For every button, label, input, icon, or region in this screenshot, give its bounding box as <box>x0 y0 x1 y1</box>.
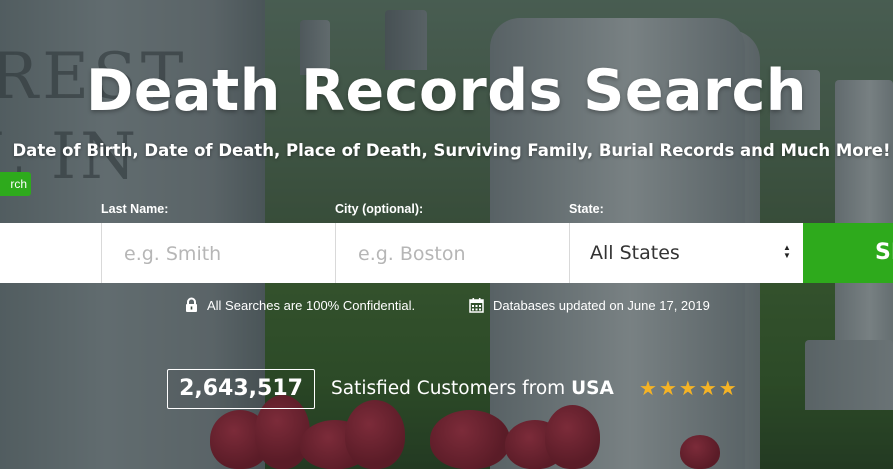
updated-text: Databases updated on June 17, 2019 <box>493 297 710 313</box>
first-name-field[interactable] <box>0 223 102 283</box>
page-title: Death Records Search <box>86 58 807 124</box>
state-label: State: <box>569 202 604 216</box>
last-name-field[interactable] <box>101 223 336 285</box>
last-name-label: Last Name: <box>101 202 169 216</box>
customer-count: 2,643,517 <box>167 369 315 409</box>
select-arrows-icon: ▲ ▼ <box>783 243 791 260</box>
calendar-icon <box>469 298 484 313</box>
star-icon: ★ <box>698 378 717 400</box>
star-icon: ★ <box>658 378 677 400</box>
city-field[interactable] <box>335 223 570 285</box>
confidential-text: All Searches are 100% Confidential. <box>207 297 416 313</box>
star-icon: ★ <box>718 378 737 400</box>
star-icon: ★ <box>639 378 657 400</box>
last-name-input[interactable] <box>122 223 330 285</box>
state-select[interactable]: All States ▲ ▼ <box>569 223 803 283</box>
lock-icon <box>186 297 197 312</box>
search-tab-pill[interactable]: rch <box>0 172 31 196</box>
customers-country: USA <box>571 378 614 399</box>
confidential-note: All Searches are 100% Confidential. <box>185 297 415 313</box>
city-input[interactable] <box>356 223 564 285</box>
customers-text: Satisfied Customers from USA <box>331 378 614 399</box>
page-subtitle: Date of Birth, Date of Death, Place of D… <box>12 141 891 160</box>
rating-stars: ★ ★ ★ ★ ★ <box>639 378 737 400</box>
state-select-value: All States <box>590 242 680 264</box>
search-button[interactable]: SE <box>803 223 893 283</box>
star-icon: ★ <box>678 378 697 400</box>
city-label: City (optional): <box>335 202 424 216</box>
updated-note: Databases updated on June 17, 2019 <box>469 297 710 313</box>
customers-label: Satisfied Customers from <box>331 378 566 399</box>
